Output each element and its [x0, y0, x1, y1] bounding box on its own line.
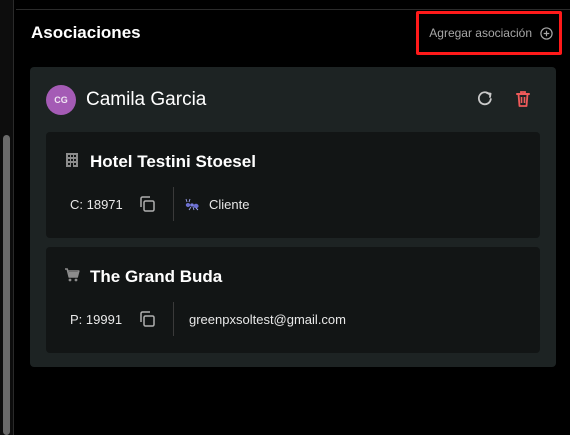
plus-circle-icon: [540, 26, 553, 40]
scrollbar-thumb[interactable]: [3, 135, 10, 435]
avatar: CG: [46, 85, 76, 115]
company-name: The Grand Buda: [90, 267, 223, 286]
association-card: The Grand Buda P: 19991 greenpxsoltest@g…: [46, 247, 540, 353]
shopping-cart-icon: [65, 268, 80, 282]
company-code: C: 18971: [70, 197, 123, 212]
add-association-button[interactable]: Agregar asociación: [416, 11, 562, 55]
section-title: Asociaciones: [31, 23, 141, 42]
trash-icon[interactable]: [513, 89, 533, 109]
company-code: P: 19991: [70, 312, 123, 327]
ant-icon: [185, 198, 199, 211]
association-card: Hotel Testini Stoesel C: 18971 Cliente: [46, 132, 540, 238]
refresh-icon[interactable]: [476, 89, 494, 107]
scrollbar-track[interactable]: [0, 0, 14, 435]
email-text: greenpxsoltest@gmail.com: [189, 312, 346, 327]
copy-icon[interactable]: [138, 310, 156, 328]
contact-card: CG Camila Garcia Hotel Testini Stoesel C…: [30, 67, 556, 367]
divider: [173, 187, 174, 221]
company-name: Hotel Testini Stoesel: [90, 152, 256, 171]
top-divider: [16, 9, 570, 10]
customer-type-label: Cliente: [209, 197, 250, 212]
add-association-label: Agregar asociación: [429, 26, 532, 40]
divider: [173, 302, 174, 336]
contact-name: Camila Garcia: [86, 89, 207, 110]
building-icon: [66, 153, 78, 167]
copy-icon[interactable]: [138, 195, 156, 213]
